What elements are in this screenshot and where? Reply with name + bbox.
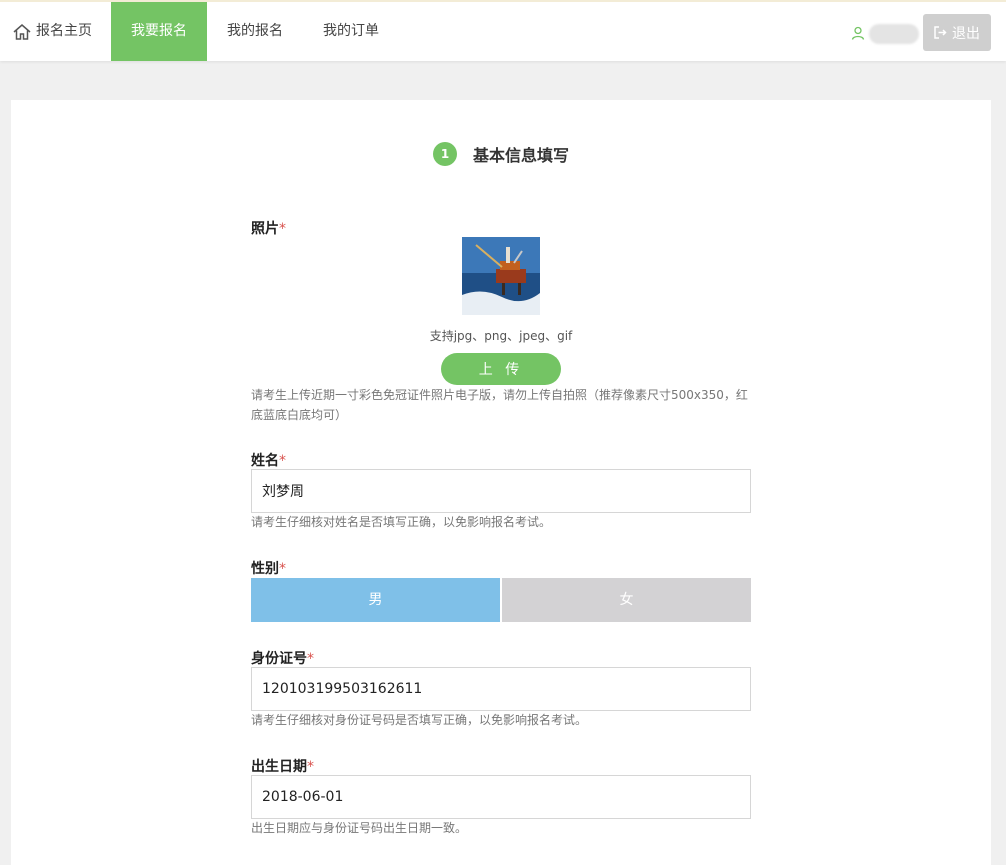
nav-home-label: 报名主页 [36, 23, 92, 39]
id-number-label: 身份证号* [251, 648, 314, 668]
nav-my-orders[interactable]: 我的订单 [311, 2, 391, 61]
nav-home[interactable]: 报名主页 [12, 2, 110, 61]
birth-date-hint: 出生日期应与身份证号码出生日期一致。 [251, 821, 468, 835]
user-icon [851, 26, 865, 40]
required-mark: * [279, 561, 286, 577]
username-blurred[interactable] [869, 24, 919, 44]
home-icon [13, 23, 31, 40]
id-number-label-text: 身份证号 [251, 651, 307, 667]
name-input[interactable] [251, 469, 751, 513]
logout-icon [934, 26, 947, 39]
birth-date-label: 出生日期* [251, 756, 314, 776]
nav-my-applications[interactable]: 我的报名 [215, 2, 295, 61]
step-number-badge: 1 [433, 142, 457, 166]
nav-apply[interactable]: 我要报名 [111, 2, 207, 61]
required-mark: * [307, 759, 314, 775]
required-mark: * [307, 651, 314, 667]
oil-platform-photo [462, 237, 540, 315]
logout-button[interactable]: 退出 [923, 14, 991, 51]
gender-label-text: 性别 [251, 561, 279, 577]
birth-date-label-text: 出生日期 [251, 759, 307, 775]
photo-hint: 请考生上传近期一寸彩色免冠证件照片电子版，请勿上传自拍照（推荐像素尺寸500x3… [251, 388, 748, 422]
birth-date-input[interactable] [251, 775, 751, 819]
gender-toggle: 男 女 [251, 578, 751, 622]
step-title: 基本信息填写 [473, 146, 570, 165]
step-header: 1 基本信息填写 [433, 142, 569, 166]
name-label: 姓名* [251, 450, 286, 470]
id-number-hint: 请考生仔细核对身份证号码是否填写正确，以免影响报名考试。 [251, 713, 588, 727]
photo-label-text: 照片 [251, 221, 279, 237]
logout-label: 退出 [952, 25, 980, 42]
gender-male-option[interactable]: 男 [251, 578, 500, 622]
photo-support-text: 支持jpg、png、jpeg、gif [429, 329, 573, 343]
name-label-text: 姓名 [251, 453, 279, 469]
photo-label: 照片* [251, 218, 286, 238]
gender-label: 性别* [251, 558, 286, 578]
upload-button[interactable]: 上 传 [441, 353, 561, 385]
required-mark: * [279, 453, 286, 469]
photo-preview [462, 237, 540, 315]
required-mark: * [279, 221, 286, 237]
id-number-input[interactable] [251, 667, 751, 711]
top-navbar: 报名主页 我要报名 我的报名 我的订单 退出 [0, 0, 1006, 61]
gender-female-option[interactable]: 女 [502, 578, 751, 622]
name-hint: 请考生仔细核对姓名是否填写正确，以免影响报名考试。 [251, 515, 552, 529]
